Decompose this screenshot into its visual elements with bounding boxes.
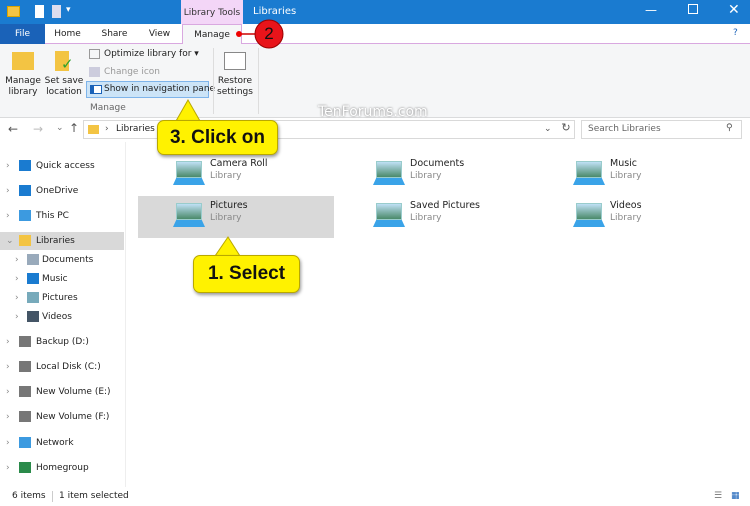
callout-3: 3. Click on (157, 120, 278, 155)
callout-pointers (175, 19, 284, 257)
callout-2-number: 2 (264, 24, 274, 43)
callout-1: 1. Select (193, 255, 300, 293)
callout-1-pointer (214, 236, 241, 257)
callout-2-dot (236, 31, 242, 37)
callout-3-pointer (175, 98, 201, 122)
